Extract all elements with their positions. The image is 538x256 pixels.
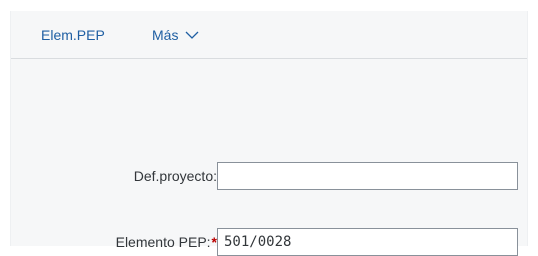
chevron-down-icon [185, 30, 199, 40]
def-proyecto-row: Def.proyecto: [11, 162, 527, 190]
def-proyecto-input[interactable] [217, 162, 518, 190]
form-panel: Elem.PEP Más Def.proyecto: Elemento PEP:… [10, 11, 528, 256]
elem-pep-label: Elem.PEP [41, 27, 105, 43]
more-menu-button[interactable]: Más [152, 24, 199, 46]
toolbar: Elem.PEP Más [11, 11, 527, 59]
more-menu-label: Más [152, 27, 179, 43]
elemento-pep-row: Elemento PEP:* [11, 228, 527, 256]
elemento-pep-label: Elemento PEP:* [116, 228, 217, 256]
elemento-pep-label-text: Elemento PEP: [115, 234, 211, 250]
elemento-pep-input[interactable] [217, 228, 518, 256]
def-proyecto-label: Def.proyecto: [134, 162, 217, 190]
def-proyecto-label-text: Def.proyecto: [133, 168, 217, 184]
window: Elem.PEP Más Def.proyecto: Elemento PEP:… [0, 0, 538, 256]
elem-pep-button[interactable]: Elem.PEP [41, 24, 105, 46]
